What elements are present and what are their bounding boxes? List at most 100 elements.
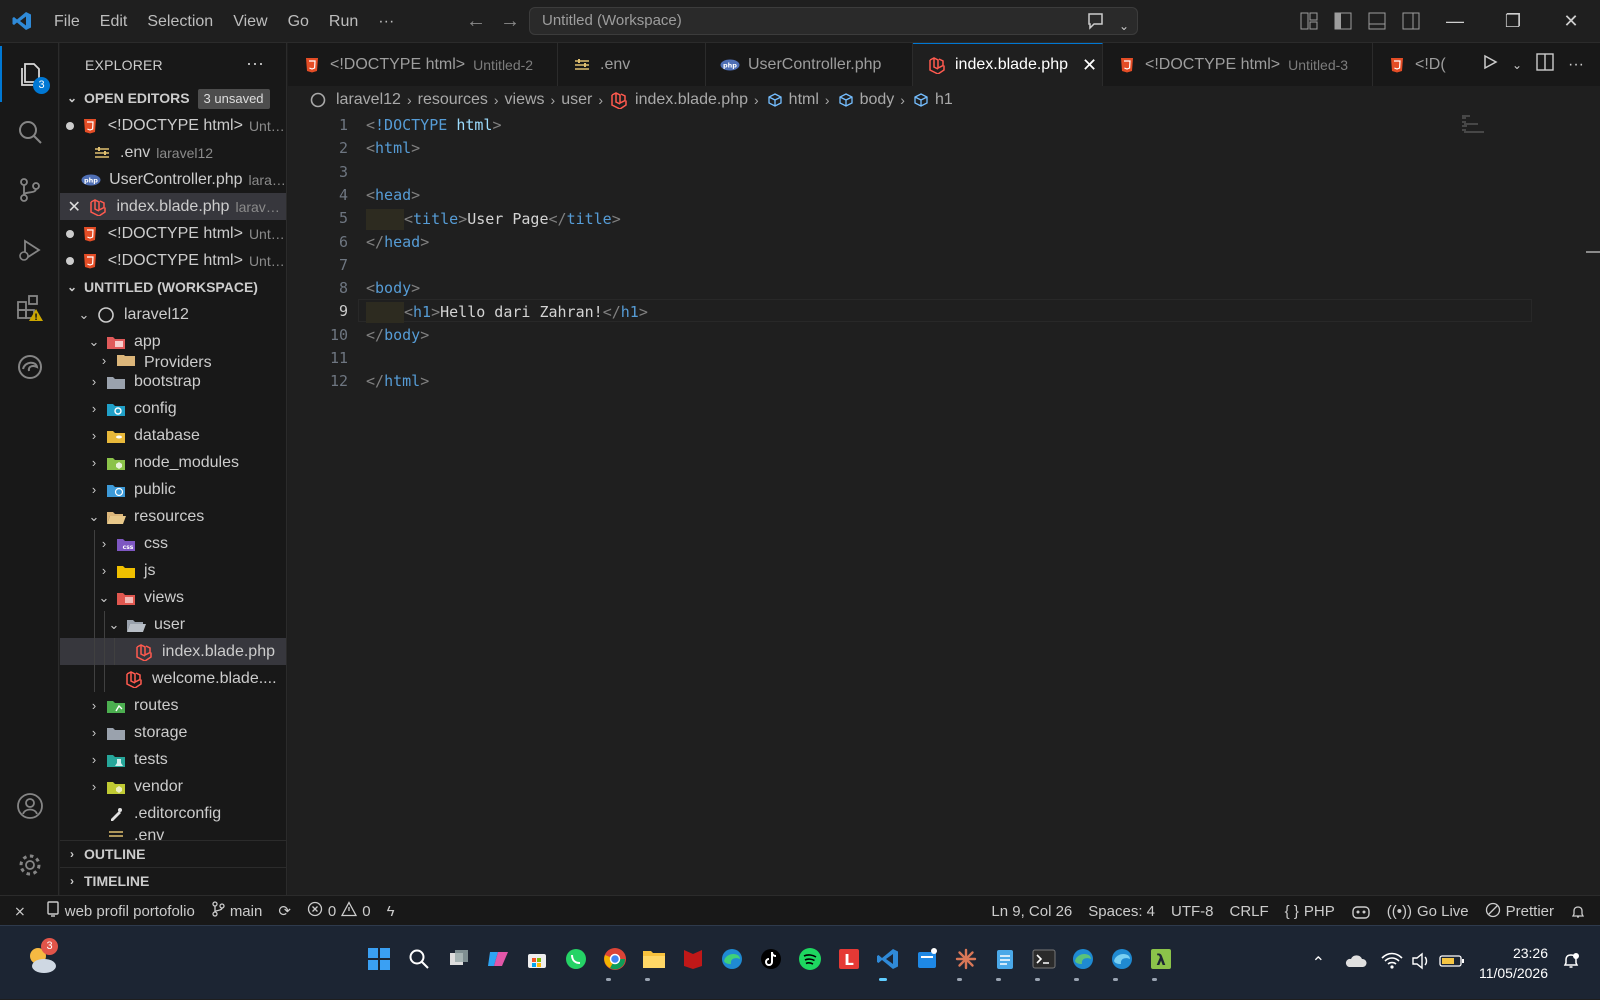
- sync-icon[interactable]: ⟳: [270, 896, 299, 927]
- editor-more-icon[interactable]: ···: [1568, 56, 1584, 74]
- blue-app-icon[interactable]: [914, 946, 940, 972]
- end-of-line[interactable]: CRLF: [1222, 896, 1277, 927]
- notification-center-icon[interactable]: [1562, 952, 1580, 975]
- breadcrumb-file[interactable]: index.blade.php: [635, 91, 748, 109]
- copilot-icon[interactable]: [1343, 896, 1379, 927]
- edge-icon[interactable]: [719, 946, 745, 972]
- tab-untitled-3[interactable]: <!DOCTYPE html> Untitled-3: [1103, 43, 1373, 86]
- run-play-icon[interactable]: [1482, 54, 1498, 75]
- code-line[interactable]: <html>: [366, 139, 420, 157]
- battery-icon[interactable]: [1439, 954, 1465, 973]
- tree-folder-user[interactable]: ⌄ user: [60, 611, 286, 638]
- tree-folder-vendor[interactable]: › vendor: [60, 773, 286, 800]
- tree-folder-routes[interactable]: › routes: [60, 692, 286, 719]
- lambda-app-icon[interactable]: λ: [1148, 946, 1174, 972]
- menu-more[interactable]: ···: [368, 0, 404, 43]
- restore-button[interactable]: ❐: [1484, 0, 1542, 43]
- code-line[interactable]: <head>: [366, 186, 420, 204]
- open-editor-item[interactable]: php UserController.php laravel12: [60, 166, 286, 193]
- timeline-header[interactable]: › TIMELINE: [60, 867, 286, 894]
- open-editor-item[interactable]: <!DOCTYPE html> Untitled-2: [60, 112, 286, 139]
- lightning-icon[interactable]: ϟ: [379, 896, 403, 927]
- menu-run[interactable]: Run: [319, 0, 368, 43]
- tree-folder-laravel12[interactable]: ⌄ laravel12: [60, 301, 286, 328]
- notepad-icon[interactable]: [992, 946, 1018, 972]
- minimize-button[interactable]: —: [1426, 0, 1484, 43]
- tray-chevron-up-icon[interactable]: ⌃: [1312, 953, 1325, 973]
- code-line[interactable]: <title>User Page</title>: [366, 209, 621, 231]
- claude-icon[interactable]: [953, 946, 979, 972]
- git-branch[interactable]: main: [203, 896, 271, 927]
- tree-folder-css[interactable]: › css css: [60, 530, 286, 557]
- cursor-position[interactable]: Ln 9, Col 26: [983, 896, 1080, 927]
- menu-edit[interactable]: Edit: [90, 0, 138, 43]
- run-debug-icon[interactable]: [0, 222, 59, 278]
- language-mode[interactable]: { } PHP: [1277, 896, 1343, 927]
- code-line[interactable]: </html>: [366, 372, 429, 390]
- toggle-panel-icon[interactable]: [1368, 12, 1386, 35]
- tree-file-env[interactable]: .env: [60, 827, 286, 841]
- menu-file[interactable]: File: [44, 0, 90, 43]
- tree-folder-app[interactable]: ⌄ app: [60, 328, 286, 355]
- tree-folder-js[interactable]: › js: [60, 557, 286, 584]
- file-explorer-icon[interactable]: [641, 946, 667, 972]
- weather-widget-icon[interactable]: 3: [24, 938, 60, 978]
- go-live-button[interactable]: ((•)) Go Live: [1379, 896, 1477, 927]
- code-editor[interactable]: 1 2 3 4 5 6 7 8 9 10 11 12 <!DOCTYPE html> <html> <he…: [288, 114, 1600, 916]
- remote-indicator[interactable]: ⨯: [0, 896, 38, 927]
- toggle-secondary-sidebar-icon[interactable]: [1402, 12, 1420, 35]
- explorer-icon[interactable]: 3: [0, 46, 59, 102]
- onedrive-icon[interactable]: [1343, 953, 1367, 974]
- code-line[interactable]: <h1>Hello dari Zahran!</h1>: [366, 302, 648, 324]
- open-editor-item[interactable]: <!DOCTYPE html> Untitled-3: [60, 220, 286, 247]
- copilot-taskbar-icon[interactable]: [485, 946, 511, 972]
- tree-file-editorconfig[interactable]: .editorconfig: [60, 800, 286, 827]
- search-icon[interactable]: [0, 104, 59, 160]
- spotify-icon[interactable]: [797, 946, 823, 972]
- taskbar-search-icon[interactable]: [406, 946, 432, 972]
- close-icon[interactable]: ✕: [1082, 55, 1097, 76]
- microsoft-store-icon[interactable]: [524, 946, 550, 972]
- tab-usercontroller[interactable]: php UserController.php: [706, 43, 913, 86]
- edge-dev-icon[interactable]: [1070, 946, 1096, 972]
- encoding[interactable]: UTF-8: [1163, 896, 1222, 927]
- remote-profile[interactable]: web profil portofolio: [38, 896, 203, 927]
- extensions-icon[interactable]: !: [0, 280, 59, 336]
- windows-start-icon[interactable]: [366, 946, 392, 972]
- minimap[interactable]: [1460, 114, 1490, 144]
- whatsapp-icon[interactable]: [563, 946, 589, 972]
- tab-untitled-2[interactable]: <!DOCTYPE html> Untitled-2: [288, 43, 558, 86]
- outline-header[interactable]: › OUTLINE: [60, 840, 286, 867]
- breadcrumb-resources[interactable]: resources: [418, 91, 488, 109]
- settings-gear-icon[interactable]: [0, 837, 59, 893]
- mcafee-icon[interactable]: [680, 946, 706, 972]
- tree-folder-tests[interactable]: › tests: [60, 746, 286, 773]
- chevron-down-icon[interactable]: ⌄: [1119, 13, 1129, 39]
- breadcrumb-h1[interactable]: h1: [935, 91, 953, 109]
- code-line[interactable]: </body>: [366, 326, 429, 344]
- command-center[interactable]: Untitled (Workspace) ⌄: [529, 7, 1138, 35]
- breadcrumb-html[interactable]: html: [789, 91, 819, 109]
- task-view-icon[interactable]: [446, 946, 472, 972]
- customize-layout-icon[interactable]: [1300, 12, 1318, 35]
- tree-folder-resources[interactable]: ⌄ resources: [60, 503, 286, 530]
- code-line[interactable]: <body>: [366, 279, 420, 297]
- vscode-logo-icon[interactable]: [0, 0, 44, 43]
- tree-folder-views[interactable]: ⌄ views: [60, 584, 286, 611]
- volume-icon[interactable]: [1411, 952, 1431, 975]
- chat-icon[interactable]: [1087, 12, 1107, 39]
- accounts-icon[interactable]: [0, 778, 59, 834]
- tree-folder-database[interactable]: › database: [60, 422, 286, 449]
- chevron-down-icon[interactable]: ⌄: [1512, 58, 1522, 72]
- forward-arrow-icon[interactable]: →: [500, 10, 520, 33]
- close-icon[interactable]: ✕: [60, 197, 88, 217]
- tab-untitled-1[interactable]: <!D(: [1373, 43, 1473, 86]
- tab-env[interactable]: .env: [558, 43, 706, 86]
- edge-beta-icon[interactable]: [1109, 946, 1135, 972]
- notifications-bell-icon[interactable]: [1562, 896, 1600, 927]
- menu-go[interactable]: Go: [278, 0, 319, 43]
- tree-folder-node-modules[interactable]: › node_modules: [60, 449, 286, 476]
- code-line[interactable]: <!DOCTYPE html>: [366, 116, 501, 134]
- workspace-header[interactable]: ⌄ UNTITLED (WORKSPACE): [60, 274, 286, 301]
- vscode-taskbar-icon[interactable]: [875, 946, 901, 972]
